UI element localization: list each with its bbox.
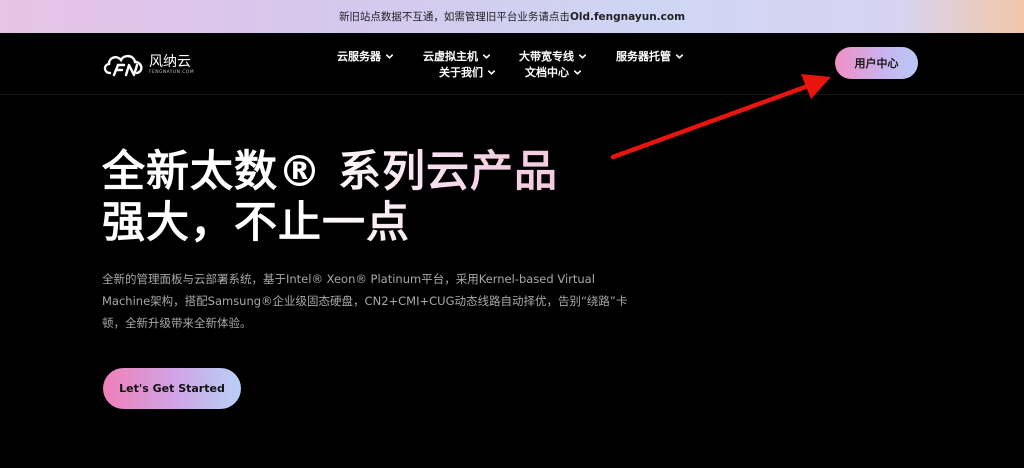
chevron-down-icon <box>675 53 684 59</box>
hero-description: 全新的管理面板与云部署系统，基于Intel® Xeon® Platinum平台，… <box>102 272 628 330</box>
logo-name: 风纳云 <box>149 53 191 70</box>
chevron-down-icon <box>573 69 582 75</box>
chevron-down-icon <box>487 69 496 75</box>
nav-item-docs[interactable]: 文档中心 <box>525 64 582 80</box>
hero-title-line-1: 全新太数® 系列云产品 <box>102 147 558 197</box>
chevron-down-icon <box>482 53 491 59</box>
nav-item-label: 服务器托管 <box>616 50 671 63</box>
nav-item-cloud-server[interactable]: 云服务器 <box>337 48 394 64</box>
banner-text: 新旧站点数据不互通，如需管理旧平台业务请点击 <box>338 11 570 23</box>
nav-item-bandwidth[interactable]: 大带宽专线 <box>519 48 587 64</box>
logo[interactable]: 风纳云 FENGNAYUN.COM <box>102 51 194 79</box>
nav-item-label: 云虚拟主机 <box>423 50 478 63</box>
nav-item-label: 文档中心 <box>525 66 569 79</box>
nav-item-label: 云服务器 <box>337 50 381 63</box>
nav-item-virtual-host[interactable]: 云虚拟主机 <box>423 48 491 64</box>
cloud-logo-icon <box>103 54 143 77</box>
notice-banner: 新旧站点数据不互通，如需管理旧平台业务请点击 Old.fengnayun.com <box>0 0 1024 33</box>
logo-subtext: FENGNAYUN.COM <box>149 69 194 75</box>
user-center-button[interactable]: 用户中心 <box>835 47 918 79</box>
chevron-down-icon <box>578 53 587 59</box>
nav-item-hosting[interactable]: 服务器托管 <box>616 48 684 64</box>
nav-item-about[interactable]: 关于我们 <box>439 64 496 80</box>
chevron-down-icon <box>385 53 394 59</box>
hero-title-line-2: 强大，不止一点 <box>102 198 410 248</box>
nav-item-label: 大带宽专线 <box>519 50 574 63</box>
hero-title: 全新太数® 系列云产品 强大，不止一点 <box>102 147 622 249</box>
nav-item-label: 关于我们 <box>439 66 483 79</box>
old-site-link[interactable]: Old.fengnayun.com <box>570 11 685 23</box>
get-started-button[interactable]: Let's Get Started <box>103 368 241 409</box>
